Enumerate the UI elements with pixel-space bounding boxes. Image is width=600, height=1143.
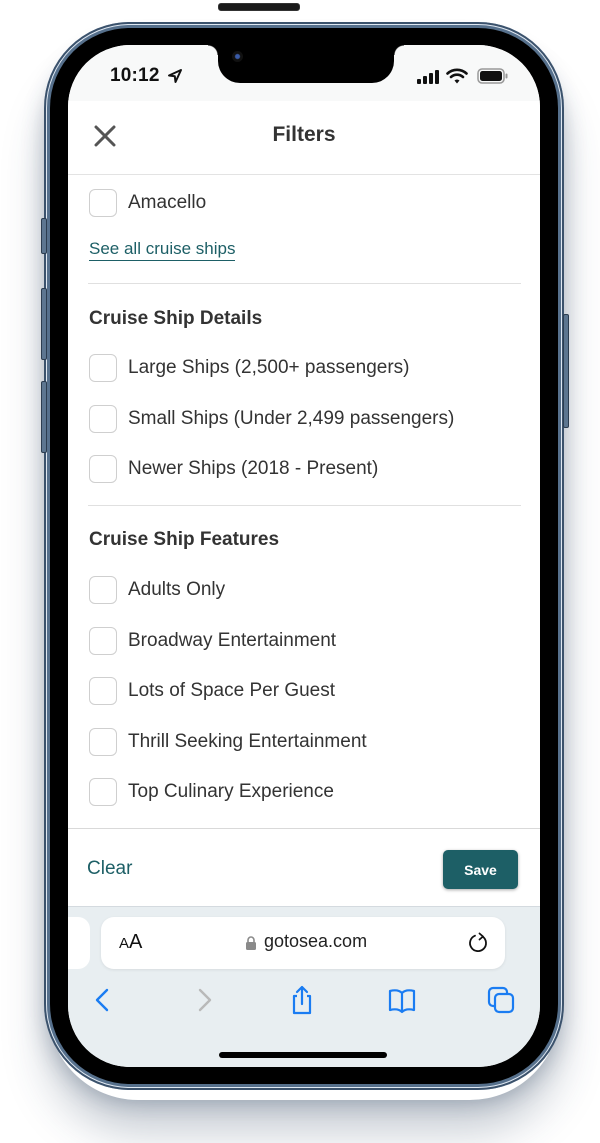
checkbox[interactable] — [89, 189, 117, 217]
filter-option-top-culinary[interactable]: Top Culinary Experience — [89, 776, 334, 808]
divider — [88, 505, 521, 506]
volume-down-button — [41, 381, 47, 453]
status-time: 10:12 — [110, 65, 160, 86]
filters-footer: Clear Save — [68, 828, 540, 907]
filter-option-label: Broadway Entertainment — [128, 630, 337, 651]
notch — [208, 45, 404, 83]
filter-option-label: Thrill Seeking Entertainment — [128, 731, 367, 752]
text-size-small-glyph: A — [119, 935, 130, 952]
address-bar[interactable]: AA gotosea.com — [101, 917, 505, 969]
url-text: gotosea.com — [264, 931, 368, 951]
filter-option-lots-of-space[interactable]: Lots of Space Per Guest — [89, 675, 335, 707]
page-title: Filters — [272, 123, 336, 146]
browser-chrome: AA gotosea.com — [68, 906, 540, 1067]
filter-option-label: Lots of Space Per Guest — [128, 680, 336, 701]
lock-icon — [246, 936, 256, 950]
reload-icon[interactable] — [467, 931, 491, 955]
filter-option-large-ships[interactable]: Large Ships (2,500+ passengers) — [89, 352, 409, 384]
section-title-cruise-ship-features: Cruise Ship Features — [89, 529, 280, 550]
text-size-large-glyph: A — [129, 931, 143, 953]
phone-screen: 10:12 Filters Amacello See all cruise sh… — [68, 45, 540, 1067]
tabs-icon[interactable] — [486, 985, 516, 1015]
filter-option-newer-ships[interactable]: Newer Ships (2018 - Present) — [89, 453, 378, 485]
power-button — [563, 314, 569, 428]
filter-option-broadway-entertainment[interactable]: Broadway Entertainment — [89, 625, 336, 657]
bookmarks-icon[interactable] — [387, 985, 417, 1015]
divider — [88, 283, 521, 284]
filter-option-adults-only[interactable]: Adults Only — [89, 574, 225, 606]
clear-button[interactable]: Clear — [87, 858, 132, 880]
filters-header: Filters — [68, 101, 540, 175]
checkbox[interactable] — [89, 627, 117, 655]
save-button[interactable]: Save — [443, 850, 518, 889]
checkbox[interactable] — [89, 354, 117, 382]
filter-option-label: Adults Only — [128, 579, 226, 600]
see-all-cruise-ships-link[interactable]: See all cruise ships — [89, 239, 236, 261]
share-icon[interactable] — [287, 985, 317, 1015]
forward-icon[interactable] — [189, 985, 219, 1015]
filter-option-label: Newer Ships (2018 - Present) — [128, 458, 379, 479]
filters-content[interactable]: Amacello See all cruise ships Cruise Shi… — [68, 175, 540, 828]
checkbox[interactable] — [89, 778, 117, 806]
checkbox[interactable] — [89, 455, 117, 483]
back-icon[interactable] — [88, 985, 118, 1015]
checkbox[interactable] — [89, 677, 117, 705]
filter-option-small-ships[interactable]: Small Ships (Under 2,499 passengers) — [89, 403, 454, 435]
earpiece-speaker — [218, 3, 300, 11]
checkbox[interactable] — [89, 405, 117, 433]
filter-option-label: Large Ships (2,500+ passengers) — [128, 357, 410, 378]
filter-option-label: Small Ships (Under 2,499 passengers) — [128, 408, 455, 429]
cellular-signal-icon — [417, 70, 439, 84]
text-size-button[interactable]: AA — [119, 931, 142, 954]
home-indicator[interactable] — [219, 1052, 387, 1058]
checkbox[interactable] — [89, 728, 117, 756]
filter-option-label: Amacello — [128, 192, 207, 213]
wifi-icon — [446, 68, 468, 84]
battery-icon — [477, 68, 508, 84]
filter-option-amacello[interactable]: Amacello — [89, 187, 206, 219]
section-title-cruise-ship-details: Cruise Ship Details — [89, 308, 263, 329]
location-arrow-icon — [168, 69, 182, 83]
action-button — [41, 218, 47, 254]
previous-tab-preview[interactable] — [68, 917, 90, 969]
volume-up-button — [41, 288, 47, 360]
filter-option-label: Top Culinary Experience — [128, 781, 334, 802]
checkbox[interactable] — [89, 576, 117, 604]
filter-option-thrill-seeking[interactable]: Thrill Seeking Entertainment — [89, 726, 367, 758]
front-camera — [232, 51, 243, 62]
